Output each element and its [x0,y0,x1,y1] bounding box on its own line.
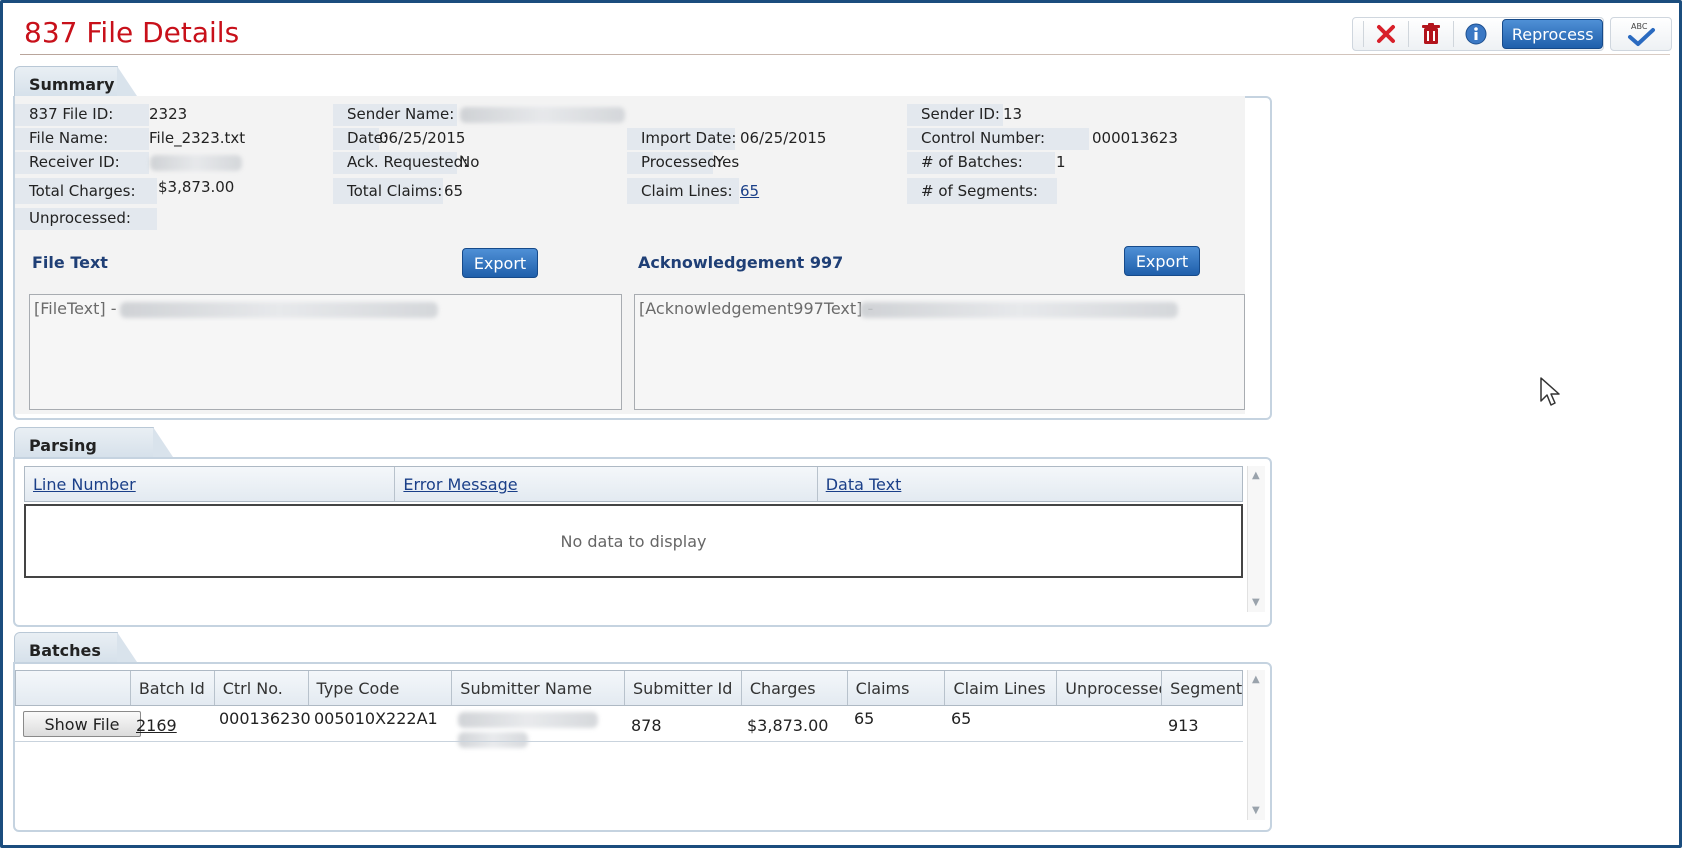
scroll-down-arrow[interactable]: ▼ [1252,597,1260,608]
segments-count-label: # of Segments: [907,178,1057,204]
mouse-cursor-icon [1540,377,1560,406]
toolbar: Reprocess [1352,17,1604,51]
claims-cell: 65 [854,709,875,728]
import-date-value: 06/25/2015 [740,129,827,147]
sender-name-redacted [460,107,625,123]
title-divider [20,54,1670,55]
type-code-cell: 005010X222A1 [314,709,438,728]
column-batch-id[interactable]: Batch Id [131,671,215,705]
column-error-message[interactable]: Error Message [395,467,818,501]
column-action [16,671,131,705]
ack-requested-value: No [459,153,480,171]
batches-count-label: # of Batches: [907,152,1055,174]
ack997-export-button[interactable]: Export [1124,246,1200,276]
column-data-text[interactable]: Data Text [818,467,1242,501]
submitter-name-redacted [458,732,528,748]
file-name-label: File Name: [15,128,149,150]
column-segments[interactable]: Segments [1162,671,1242,705]
date-value: 06/25/2015 [379,129,466,147]
reprocess-button[interactable]: Reprocess [1502,19,1603,49]
file-name-value: File_2323.txt [149,129,246,147]
total-charges-value: $3,873.00 [158,178,235,196]
tab-summary: Summary [14,66,139,99]
scroll-up-arrow[interactable]: ▲ [1252,470,1260,481]
ctrl-no-cell: 000136230 [219,709,311,728]
file-text-redacted [120,302,438,318]
tab-parsing-errors: Parsing Errors [14,427,175,474]
column-claim-lines[interactable]: Claim Lines [945,671,1058,705]
column-charges[interactable]: Charges [742,671,848,705]
toolbar-separator [1363,21,1364,47]
svg-text:ABC: ABC [1631,22,1648,31]
column-submitter-id[interactable]: Submitter Id [625,671,742,705]
import-date-label: Import Date: [627,128,736,150]
ack997-text-redacted [860,302,1178,318]
ack997-heading: Acknowledgement 997 [638,253,844,272]
claim-lines-cell: 65 [951,709,972,728]
ack997-text-content: [Acknowledgement997Text] - [639,299,874,318]
tab-batches: Batches [14,632,139,665]
batches-count-value: 1 [1056,153,1066,171]
receiver-id-label: Receiver ID: [15,152,149,174]
toolbar-separator [1408,21,1410,47]
unprocessed-label: Unprocessed: [15,208,157,230]
sender-id-label: Sender ID: [907,104,1003,126]
column-type-code[interactable]: Type Code [309,671,453,705]
processed-label: Processed: [627,152,722,174]
submitter-name-redacted [458,712,598,728]
trash-icon[interactable] [1415,19,1447,49]
total-charges-label: Total Charges: [15,178,157,204]
charges-cell: $3,873.00 [747,716,829,735]
control-number-label: Control Number: [907,128,1089,150]
submitter-id-cell: 878 [631,716,662,735]
scroll-down-arrow[interactable]: ▼ [1252,805,1260,816]
parsing-errors-scrollbar[interactable]: ▲ ▼ [1247,466,1265,612]
page-title: 837 File Details [24,16,240,49]
spellcheck-icon[interactable]: ABC [1624,19,1658,49]
file-text-content: [FileText] - [34,299,117,318]
ack-requested-label: Ack. Requested: [333,152,468,174]
total-claims-label: Total Claims: [333,178,443,204]
file-text-export-button[interactable]: Export [462,248,538,278]
column-claims[interactable]: Claims [848,671,946,705]
close-icon[interactable] [1370,19,1402,49]
row-divider [15,741,1243,742]
toolbar-separator [1453,21,1455,47]
column-line-number[interactable]: Line Number [25,467,396,501]
claim-lines-link[interactable]: 65 [740,182,759,200]
batch-id-link[interactable]: 2169 [136,716,177,735]
date-label: Date: [333,128,388,150]
receiver-id-redacted [150,155,242,171]
file-id-label: 837 File ID: [15,104,149,126]
scroll-up-arrow[interactable]: ▲ [1252,674,1260,685]
total-claims-value: 65 [444,182,464,200]
info-icon[interactable] [1460,19,1492,49]
processed-value: Yes [715,153,740,171]
parsing-errors-header: Line Number Error Message Data Text [24,466,1243,502]
column-submitter-name[interactable]: Submitter Name [452,671,625,705]
spellcheck-toolbar: ABC [1610,17,1672,51]
batches-scrollbar[interactable]: ▲ ▼ [1247,670,1265,820]
column-ctrl-no[interactable]: Ctrl No. [215,671,309,705]
segments-cell: 913 [1168,716,1199,735]
sender-id-value: 13 [1003,105,1023,123]
parsing-errors-empty: No data to display [24,504,1243,578]
column-unprocessed[interactable]: Unprocessed [1057,671,1163,705]
file-text-heading: File Text [32,253,108,272]
claim-lines-label: Claim Lines: [627,178,739,204]
show-file-button[interactable]: Show File [23,711,141,737]
batches-header: Batch Id Ctrl No. Type Code Submitter Na… [15,670,1243,706]
control-number-value: 000013623 [1092,129,1178,147]
file-id-value: 2323 [149,105,188,123]
sender-name-label: Sender Name: [333,104,457,126]
